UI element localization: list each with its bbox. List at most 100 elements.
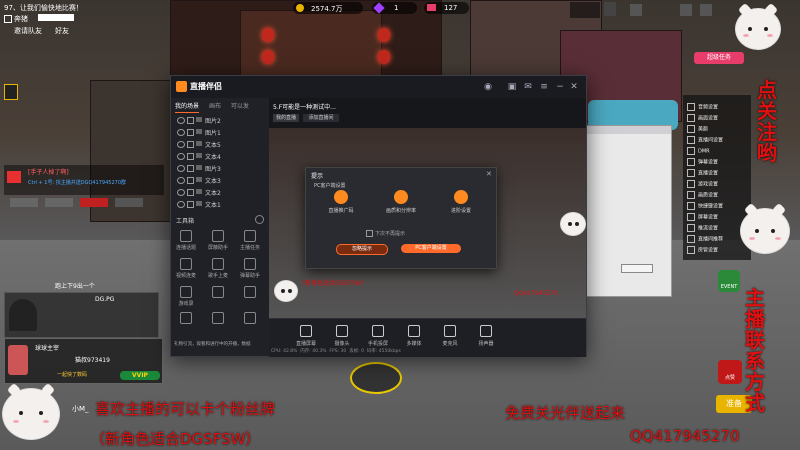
menu-icon[interactable]: ≡	[539, 82, 549, 92]
source-item[interactable]: 文本2	[177, 188, 263, 197]
settings-row[interactable]: 画面设置	[687, 114, 718, 122]
checkbox-icon[interactable]	[366, 230, 373, 237]
gift-icon[interactable]	[604, 2, 616, 16]
menu-icon[interactable]	[630, 4, 642, 16]
mail-icon[interactable]: ✉	[523, 82, 533, 92]
settings-row[interactable]: 直播间推荐	[687, 235, 723, 243]
tool-download[interactable]	[206, 286, 230, 300]
settings-row[interactable]: 画质设置	[687, 191, 718, 199]
tool-topic[interactable]: 连播话题	[174, 230, 198, 251]
checkbox-icon[interactable]	[687, 202, 695, 210]
chat-tab-2[interactable]	[45, 198, 73, 207]
lock-icon[interactable]	[187, 141, 194, 148]
checkbox-icon[interactable]	[687, 224, 695, 232]
tab-canvas[interactable]: 画布	[209, 101, 221, 112]
lock-icon[interactable]	[187, 177, 194, 184]
screen-capture-button[interactable]: 直播屏幕	[289, 325, 323, 347]
checkbox-icon[interactable]	[687, 180, 695, 188]
source-item[interactable]: 文本4	[177, 152, 263, 161]
invite-label[interactable]: 邀请队友	[14, 26, 42, 36]
tool-pk[interactable]	[206, 312, 230, 326]
settings-row[interactable]: 快捷键设置	[687, 202, 723, 210]
tool-danmu[interactable]: 弹幕助手	[238, 258, 262, 279]
eye-icon[interactable]	[177, 177, 185, 184]
source-item[interactable]: 文本1	[177, 200, 263, 209]
pc-settings-button[interactable]: PC客户端设置	[401, 244, 461, 253]
camera-button[interactable]: 摄像头	[325, 325, 359, 347]
source-item[interactable]: 图片2	[177, 116, 263, 125]
tool-more[interactable]	[238, 312, 262, 326]
settings-row[interactable]: 游戏设置	[687, 180, 718, 188]
cheer-button[interactable]: 点赞	[718, 360, 742, 384]
checkbox-icon[interactable]	[687, 114, 695, 122]
minimize-icon[interactable]: −	[555, 82, 565, 92]
tool-block[interactable]: 屏蔽助手	[206, 230, 230, 251]
source-item[interactable]: 文本5	[177, 140, 263, 149]
event-button[interactable]: EVENT	[718, 270, 740, 292]
media-button[interactable]: 多媒体	[397, 325, 431, 347]
eye-icon[interactable]	[177, 129, 185, 136]
phone-icon[interactable]	[4, 84, 18, 100]
chat-tab-3[interactable]	[80, 198, 108, 207]
mail-icon[interactable]	[680, 4, 692, 16]
avatar-icon[interactable]: ◉	[483, 82, 493, 92]
ignore-button[interactable]: 忽略提示	[336, 244, 388, 255]
dialog-close-icon[interactable]: ✕	[486, 170, 492, 178]
settings-row[interactable]: 直播间设置	[687, 136, 723, 144]
checkbox-icon[interactable]	[4, 15, 12, 23]
tool-game[interactable]: 游戏录	[174, 286, 198, 307]
checkbox-icon[interactable]	[687, 213, 695, 221]
checkbox-icon[interactable]	[687, 246, 695, 254]
source-item[interactable]: 图片1	[177, 128, 263, 137]
tool-video-link[interactable]: 视频连麦	[174, 258, 198, 279]
eye-icon[interactable]	[177, 189, 185, 196]
my-live-button[interactable]: 我的直播	[273, 114, 299, 122]
checkbox-icon[interactable]	[687, 235, 695, 243]
dont-remind-checkbox[interactable]: 下次不再提示	[366, 230, 405, 237]
phone-cast-button[interactable]: 手机投屏	[361, 325, 395, 347]
eye-icon[interactable]	[177, 201, 185, 208]
friend-label[interactable]: 好友	[55, 26, 69, 36]
checkbox-icon[interactable]	[687, 103, 695, 111]
lock-icon[interactable]	[187, 117, 194, 124]
settings-row[interactable]: DMR	[687, 147, 710, 155]
eye-icon[interactable]	[177, 153, 185, 160]
settings-row[interactable]: 屏幕设置	[687, 213, 718, 221]
close-icon[interactable]: ✕	[569, 82, 579, 92]
settings-icon[interactable]	[700, 4, 712, 16]
source-item[interactable]: 文本3	[177, 176, 263, 185]
checkbox-icon[interactable]	[687, 169, 695, 177]
eye-icon[interactable]	[177, 141, 185, 148]
tools-settings-icon[interactable]	[255, 215, 264, 224]
dialog-option-quality[interactable]: 画质和分辨率	[381, 190, 421, 214]
tool-task[interactable]: 主播任务	[238, 230, 262, 251]
settings-row[interactable]: 推流设置	[687, 224, 718, 232]
add-room-button[interactable]: 添加直播间	[303, 114, 339, 122]
dialog-option-promo[interactable]: 直播推广码	[321, 190, 361, 214]
eye-icon[interactable]	[177, 165, 185, 172]
tool-mic[interactable]	[174, 312, 198, 326]
mission-button[interactable]: 超级任务	[694, 52, 744, 64]
checkbox-icon[interactable]	[687, 125, 695, 133]
eye-icon[interactable]	[177, 117, 185, 124]
tool-music[interactable]	[238, 286, 262, 300]
lock-icon[interactable]	[187, 165, 194, 172]
lock-icon[interactable]	[187, 153, 194, 160]
gift-icon[interactable]: ▣	[507, 82, 517, 92]
lock-icon[interactable]	[187, 189, 194, 196]
name-field[interactable]	[38, 14, 74, 21]
shop-icon[interactable]	[570, 2, 600, 18]
checkbox-icon[interactable]	[687, 191, 695, 199]
checkbox-icon[interactable]	[687, 147, 695, 155]
mic-button[interactable]: 麦克风	[433, 325, 467, 347]
settings-row[interactable]: 弹幕设置	[687, 158, 718, 166]
speaker-button[interactable]: 扬声器	[469, 325, 503, 347]
settings-row[interactable]: 美颜	[687, 125, 708, 133]
chat-tab-4[interactable]	[115, 198, 143, 207]
chat-tab-1[interactable]	[10, 198, 38, 207]
checkbox-icon[interactable]	[687, 158, 695, 166]
tab-other[interactable]: 可以发	[231, 101, 249, 112]
tab-my-scene[interactable]: 我的场景	[175, 101, 200, 113]
tool-singer[interactable]: 歌手上麦	[206, 258, 230, 279]
lock-icon[interactable]	[187, 201, 194, 208]
